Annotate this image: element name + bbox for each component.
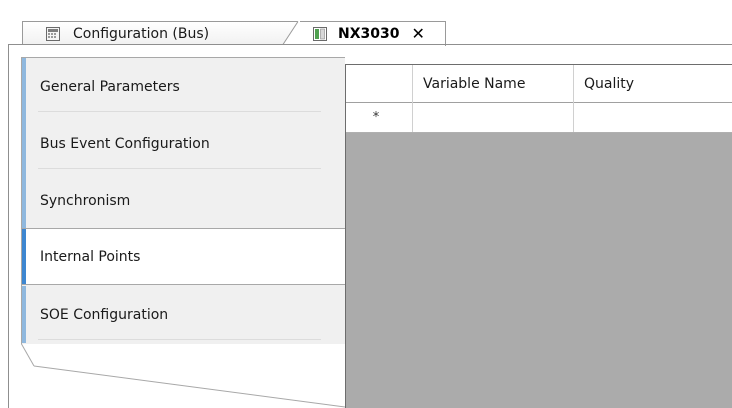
divider xyxy=(38,111,321,112)
grid-header-row: Variable Name Quality xyxy=(346,65,732,103)
nav-accent-bar xyxy=(22,229,26,284)
nav-panel-footer-shape xyxy=(21,344,345,408)
tab-nx3030-label: NX3030 xyxy=(338,26,400,42)
editor-tab-strip: Configuration (Bus) NX3030 ✕ xyxy=(0,0,732,46)
column-header-variable-name[interactable]: Variable Name xyxy=(413,65,574,103)
tab-configuration-bus-label: Configuration (Bus) xyxy=(73,25,210,42)
nav-item-bus-event-configuration[interactable]: Bus Event Configuration xyxy=(22,115,345,172)
tab-configuration-bus[interactable]: Configuration (Bus) xyxy=(22,21,314,45)
internal-points-grid[interactable]: Variable Name Quality * xyxy=(345,64,732,408)
nav-item-soe-configuration[interactable]: SOE Configuration xyxy=(22,286,345,343)
nav-accent-bar xyxy=(22,172,26,229)
bus-grid-icon xyxy=(46,26,60,41)
new-row-marker: * xyxy=(346,103,413,132)
nav-accent-bar xyxy=(22,58,26,115)
tab-edge-shape xyxy=(282,21,300,46)
nav-item-label: Bus Event Configuration xyxy=(40,135,210,152)
nav-accent-bar xyxy=(22,286,26,343)
device-module-icon xyxy=(313,27,327,41)
nav-item-label: SOE Configuration xyxy=(40,306,169,323)
settings-navigation: General Parameters Bus Event Configurati… xyxy=(21,57,347,345)
nav-item-label: Internal Points xyxy=(40,248,141,265)
row-header-corner xyxy=(346,65,413,103)
divider xyxy=(38,168,321,169)
close-icon[interactable]: ✕ xyxy=(411,26,424,42)
table-row-new[interactable]: * xyxy=(346,103,732,133)
nav-item-synchronism[interactable]: Synchronism xyxy=(22,172,345,229)
nav-accent-bar xyxy=(22,115,26,172)
nav-item-label: Synchronism xyxy=(40,192,131,209)
variable-name-cell[interactable] xyxy=(413,103,574,132)
quality-cell[interactable] xyxy=(574,103,732,132)
nav-item-label: General Parameters xyxy=(40,78,180,95)
nav-item-internal-points[interactable]: Internal Points xyxy=(22,228,347,285)
nav-item-general-parameters[interactable]: General Parameters xyxy=(22,58,345,115)
tab-nx3030[interactable]: NX3030 ✕ xyxy=(282,21,446,46)
column-header-quality[interactable]: Quality xyxy=(574,65,732,103)
divider xyxy=(38,339,321,340)
